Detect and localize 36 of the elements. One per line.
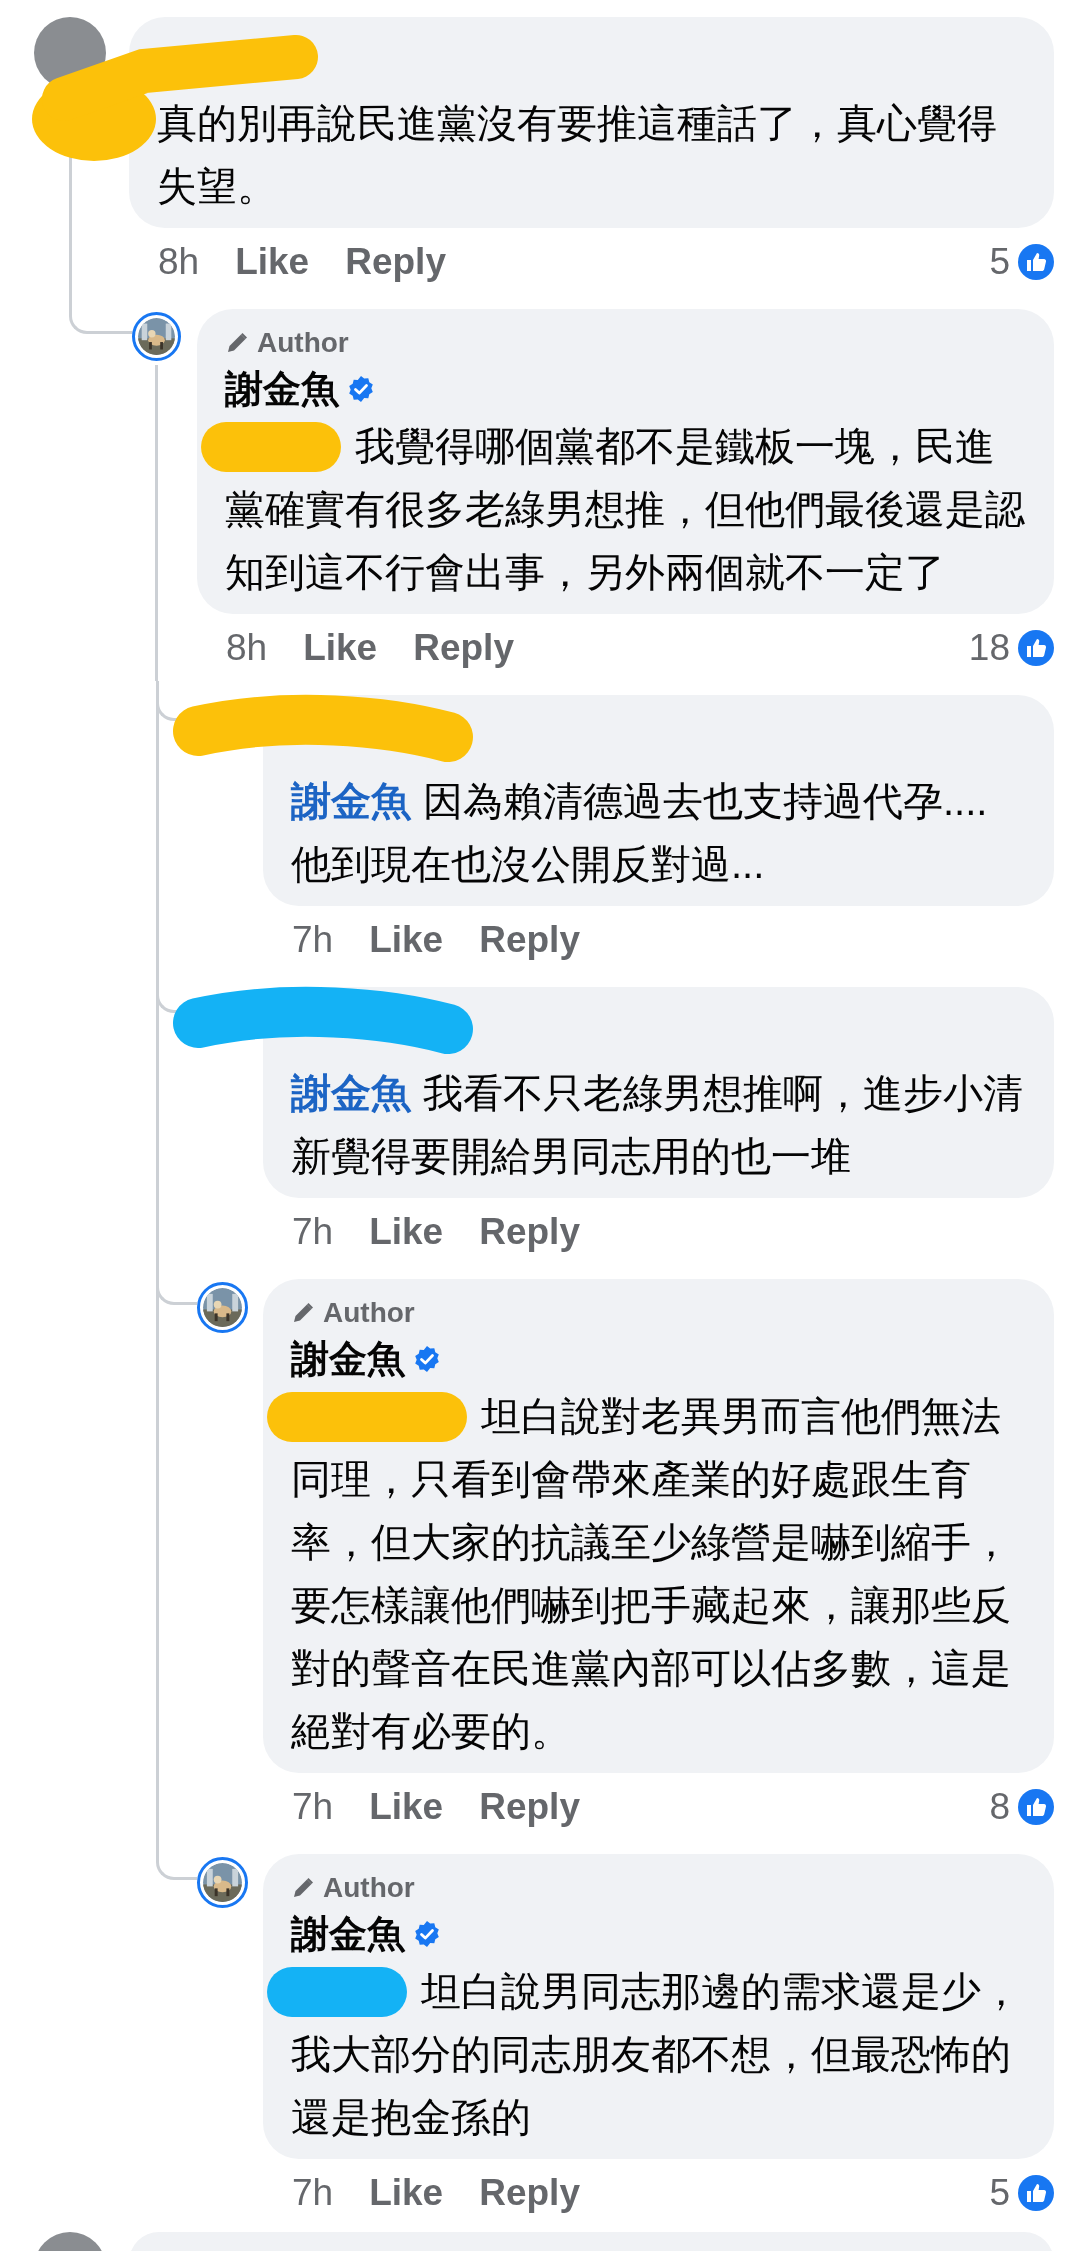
reaction-count: 5: [989, 2171, 1010, 2214]
timestamp: 8h: [226, 626, 268, 669]
reply-button[interactable]: Reply: [479, 2171, 580, 2214]
timestamp: 7h: [292, 918, 334, 961]
comment-text: 坦白說對老異男而言他們無法同理，只看到會帶來產業的好處跟生育率，但大家的抗議至少綠營是嚇到縮手，要怎樣讓他們嚇到把手藏起來，讓那些反對的聲音在民進黨內部可以佔多數，這是絕對有必要的。: [291, 1393, 1012, 1755]
commenter-name[interactable]: 謝金魚: [291, 1333, 405, 1385]
mention-link[interactable]: 謝金魚: [291, 1071, 411, 1115]
author-label: Author: [323, 1297, 415, 1329]
reply-button[interactable]: Reply: [345, 240, 446, 283]
comment-text: 謝金魚 我看不只老綠男想推啊，進步小清新覺得要開給男同志用的也一堆: [291, 1070, 1024, 1180]
author-label: Author: [257, 327, 349, 359]
like-button[interactable]: Like: [303, 626, 378, 669]
like-button[interactable]: Like: [369, 1785, 444, 1828]
timestamp: 7h: [292, 1785, 334, 1828]
reply-button[interactable]: Reply: [413, 626, 514, 669]
timestamp: 8h: [158, 240, 200, 283]
comment-text: 謝金魚 因為賴清德過去也支持過代孕....他到現在也沒公開反對過...: [291, 778, 989, 888]
commenter-name[interactable]: 謝金魚: [225, 363, 339, 415]
comment-text: 坦白說男同志那邊的需求還是少，我大部分的同志朋友都不想，但最恐怖的還是抱金孫的: [291, 1968, 1022, 2141]
author-label: Author: [323, 1872, 415, 1904]
reply-button[interactable]: Reply: [479, 918, 580, 961]
reaction-count: 5: [989, 240, 1010, 283]
mention-link[interactable]: 謝金魚: [291, 779, 411, 823]
like-button[interactable]: Like: [369, 918, 444, 961]
commenter-name[interactable]: 謝金魚: [291, 1908, 405, 1960]
like-button[interactable]: Like: [369, 1210, 444, 1253]
timestamp: 7h: [292, 1210, 334, 1253]
comment-text: 真的別再說民進黨沒有要推這種話了，真心覺得失望。: [157, 100, 998, 210]
timestamp: 7h: [292, 2171, 334, 2214]
reaction-count: 8: [989, 1785, 1010, 1828]
like-button[interactable]: Like: [235, 240, 310, 283]
reply-button[interactable]: Reply: [479, 1785, 580, 1828]
reply-button[interactable]: Reply: [479, 1210, 580, 1253]
reaction-count: 18: [968, 626, 1010, 669]
like-button[interactable]: Like: [369, 2171, 444, 2214]
comment-text: 我覺得哪個黨都不是鐵板一塊，民進黨確實有很多老綠男想推，但他們最後還是認知到這不行會出事，另外兩個就不一定了: [225, 423, 1026, 596]
